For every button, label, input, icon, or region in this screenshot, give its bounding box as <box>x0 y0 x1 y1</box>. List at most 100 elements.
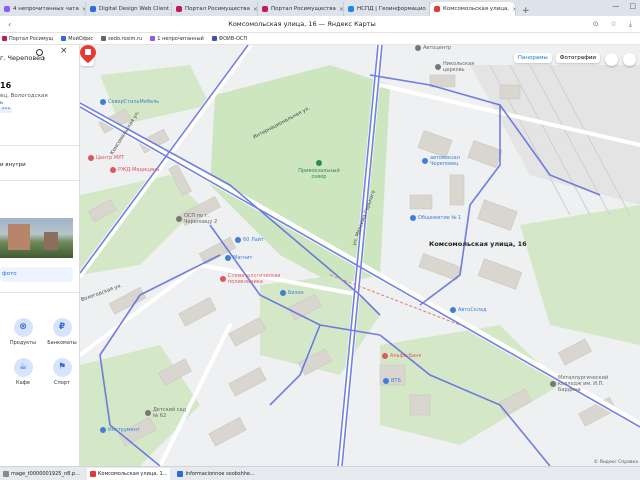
poi-alfa-bank[interactable]: Альфа-Банк <box>382 353 422 359</box>
poi-dormitory[interactable]: Общежитие № 1 <box>410 215 461 221</box>
tab-rosim-1[interactable]: Портал Росимущества × <box>172 2 258 16</box>
tab-chat[interactable]: 4 непрочитанных чата× <box>0 2 86 16</box>
poi-severstilmebel[interactable]: СеверСтильМебель <box>100 99 159 105</box>
close-icon[interactable]: × <box>60 46 68 56</box>
poi-magnit[interactable]: Магнит <box>225 255 252 261</box>
store-icon <box>235 237 241 243</box>
green-area <box>520 205 640 345</box>
bookmark-favicon <box>61 36 67 41</box>
image-icon <box>3 470 9 477</box>
inside-link[interactable]: и внутри <box>0 162 26 168</box>
poi-park[interactable]: Привокзальный сквер <box>295 160 343 180</box>
location-pin-icon[interactable] <box>80 45 96 63</box>
ruble-icon: ₽ <box>52 318 72 337</box>
new-tab-button[interactable]: + <box>516 6 536 16</box>
panoramas-button[interactable]: Панорамы <box>513 53 552 63</box>
window-controls: — □ <box>612 2 636 10</box>
poi-bus-station[interactable]: автовокзал Череповец <box>422 155 466 167</box>
selected-place-label[interactable]: Комсомольская улица, 16 <box>429 240 527 248</box>
tab-favicon <box>90 6 96 12</box>
poi-dental[interactable]: Стоматологическая поликлиника <box>220 273 280 285</box>
more-button[interactable]: ••• <box>0 107 12 113</box>
tool-icon <box>100 427 106 433</box>
lock-icon[interactable]: ⊙ <box>593 20 599 29</box>
tab-nspd[interactable]: НСПД | Геоинформацио× <box>344 2 430 16</box>
medical-icon <box>220 276 226 282</box>
document-icon <box>177 470 184 477</box>
photos-button[interactable]: Фотографии <box>555 53 600 63</box>
cafe-icon: ☕ <box>13 358 33 377</box>
category-sport[interactable]: ⚑ Спорт <box>47 358 77 386</box>
poi-mrt[interactable]: Центр МРТ <box>88 155 124 161</box>
poi-rzhd[interactable]: РЖД-Медицина <box>110 167 159 173</box>
poi-60-light[interactable]: 60 Лайт <box>235 237 264 243</box>
bus-icon <box>422 158 428 164</box>
bookmark-sedo[interactable]: sedo.rosim.ru <box>101 36 142 42</box>
minimize-icon[interactable]: — <box>612 2 619 10</box>
tree-icon <box>316 160 322 166</box>
browser-tab-bar: 4 непрочитанных чата× Digital Design Web… <box>0 0 640 16</box>
tab-yandex-maps[interactable]: Комсомольская улица,× <box>430 2 516 16</box>
taskbar-item-info[interactable]: Informacionnoe soobshhe... <box>174 468 257 480</box>
category-cafe[interactable]: ☕ Кафе <box>8 358 38 386</box>
maximize-icon[interactable]: □ <box>629 2 636 10</box>
divider <box>0 180 79 181</box>
tab-favicon <box>348 6 354 12</box>
window-title: Комсомольская улица, 16 — Яндекс Карты <box>228 20 376 28</box>
bookmark-favicon <box>101 36 107 41</box>
store-icon <box>280 290 286 296</box>
category-atm[interactable]: ₽ Банкоматы <box>47 318 77 346</box>
add-photo-button[interactable]: фото <box>0 267 73 282</box>
taskbar-item-image[interactable]: mage_t0000001925_n8.p... <box>0 468 83 480</box>
bookmark-myoffice[interactable]: МойОфис <box>61 36 93 42</box>
tab-favicon <box>4 6 10 12</box>
poi-autocenter[interactable]: Автоцентр <box>415 45 451 51</box>
medical-icon <box>88 155 94 161</box>
category-products[interactable]: ⊗ Продукты <box>8 318 38 346</box>
building-image <box>44 232 58 250</box>
building-image <box>8 224 30 250</box>
poi-bizon[interactable]: Бизон <box>280 290 304 296</box>
layers-button[interactable] <box>605 53 618 66</box>
poi-instrument[interactable]: Инструмент <box>100 427 140 433</box>
building-icon <box>410 215 416 221</box>
download-icon[interactable]: ⤓ <box>629 20 632 29</box>
school-icon <box>145 410 151 416</box>
bookmark-favicon <box>150 36 156 41</box>
tab-digital-design[interactable]: Digital Design Web Client× <box>86 2 172 16</box>
copyright[interactable]: © Яндекс Справка <box>594 460 638 465</box>
bookmarks-bar: Портал Росимущ МойОфис sedo.rosim.ru 1 н… <box>0 33 640 45</box>
poi-church[interactable]: Никольская церковь <box>435 61 474 73</box>
profile-button[interactable] <box>623 53 636 66</box>
poi-autosklad[interactable]: АвтоСклад <box>450 307 487 313</box>
bookmark-foiv[interactable]: ФОИВ-ОСП <box>211 36 247 42</box>
tab-rosim-2[interactable]: Портал Росимущества × <box>258 2 344 16</box>
tab-favicon <box>434 6 440 12</box>
bookmark-favicon <box>2 36 7 41</box>
green-area <box>380 325 560 445</box>
place-photo[interactable] <box>0 218 73 258</box>
map-layer-tools: Панорамы Фотографии <box>513 53 600 63</box>
church-icon <box>435 64 441 70</box>
poi-college[interactable]: Металлургический колледж им. И.П. Бардин… <box>550 375 614 393</box>
tab-favicon <box>176 6 182 12</box>
place-region: ец, Вологодская ь <box>0 93 48 106</box>
taskbar-item-maps[interactable]: Комсомольская улица, 1... <box>86 467 171 480</box>
car-icon <box>415 45 421 51</box>
os-taskbar: mage_t0000001925_n8.p... Комсомольская у… <box>0 466 640 480</box>
tab-favicon <box>262 6 268 12</box>
car-icon <box>450 307 456 313</box>
poi-osp[interactable]: ОСП по г. Череповцу 2 <box>176 213 224 225</box>
search-icon[interactable] <box>36 49 43 56</box>
school-icon <box>550 381 556 387</box>
bookmark-unread[interactable]: 1 непрочитанный <box>150 36 204 42</box>
map-view[interactable]: ◂ Комсомольская ул. Интернациональная ул… <box>80 45 640 466</box>
bookmark-star-icon[interactable]: ☆ <box>611 20 617 29</box>
poi-kindergarten[interactable]: Детский сад № 62 <box>145 407 187 419</box>
rail-yard <box>470 65 640 205</box>
cart-icon: ⊗ <box>13 318 33 337</box>
bookmark-rosim[interactable]: Портал Росимущ <box>2 36 53 42</box>
medical-icon <box>110 167 116 173</box>
poi-vtb[interactable]: ВТБ <box>383 378 401 384</box>
browser-icon <box>89 470 96 477</box>
